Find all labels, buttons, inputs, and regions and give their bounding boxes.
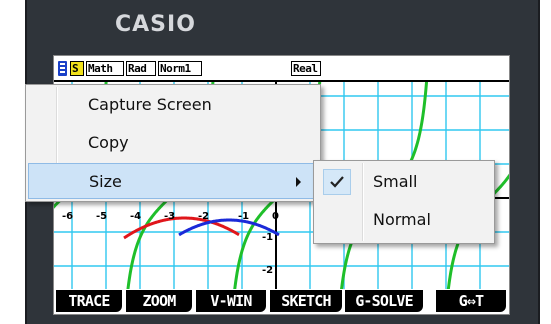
x-tick-label: -3 <box>164 211 175 222</box>
x-tick-label: -4 <box>130 211 141 222</box>
calculator-emulator-window: CASIO S Math Rad Norm1 Real -6 -5 -4 -3 … <box>0 0 551 324</box>
size-submenu: Small Normal <box>313 160 495 244</box>
status-tag-display: Norm1 <box>158 61 202 76</box>
status-tag-shift: S <box>70 61 84 76</box>
menu-item-label: Copy <box>88 133 129 152</box>
submenu-item-label: Normal <box>373 210 431 229</box>
casio-logo: CASIO <box>115 12 196 37</box>
y-tick-label: -2 <box>262 265 273 276</box>
menu-item-label: Capture Screen <box>88 95 212 114</box>
context-menu: Capture Screen Copy Size <box>25 84 321 202</box>
submenu-arrow-icon <box>296 177 301 187</box>
y-tick-label: -1 <box>262 232 273 243</box>
status-tag-angle: Rad <box>126 61 156 76</box>
submenu-item-normal[interactable]: Normal <box>316 201 492 239</box>
status-tag-input-mode: Math <box>86 61 124 76</box>
checkmark-icon <box>323 169 351 195</box>
fkey-g-solve[interactable]: G-SOLVE <box>345 290 423 312</box>
menu-item-capture-screen[interactable]: Capture Screen <box>28 87 318 123</box>
battery-icon <box>58 61 67 76</box>
submenu-item-small[interactable]: Small <box>316 163 492 201</box>
x-tick-label: 0 <box>272 211 279 222</box>
function-key-bar: TRACE ZOOM V-WIN SKETCH G-SOLVE G⇔T <box>54 289 509 314</box>
fkey-trace[interactable]: TRACE <box>56 290 122 312</box>
menu-item-label: Size <box>89 172 122 191</box>
status-bar: S Math Rad Norm1 Real <box>54 56 509 80</box>
fkey-view-window[interactable]: V-WIN <box>196 290 266 312</box>
fkey-zoom[interactable]: ZOOM <box>126 290 192 312</box>
menu-item-copy[interactable]: Copy <box>28 125 318 161</box>
fkey-graph-table-toggle[interactable]: G⇔T <box>436 290 506 312</box>
fkey-sketch[interactable]: SKETCH <box>270 290 342 312</box>
x-tick-label: -5 <box>96 211 107 222</box>
x-tick-label: -2 <box>198 211 209 222</box>
menu-item-size[interactable]: Size <box>28 163 318 199</box>
submenu-item-label: Small <box>373 172 418 191</box>
status-tag-complex: Real <box>291 61 321 76</box>
x-tick-label: -1 <box>238 211 249 222</box>
x-tick-label: -6 <box>62 211 73 222</box>
